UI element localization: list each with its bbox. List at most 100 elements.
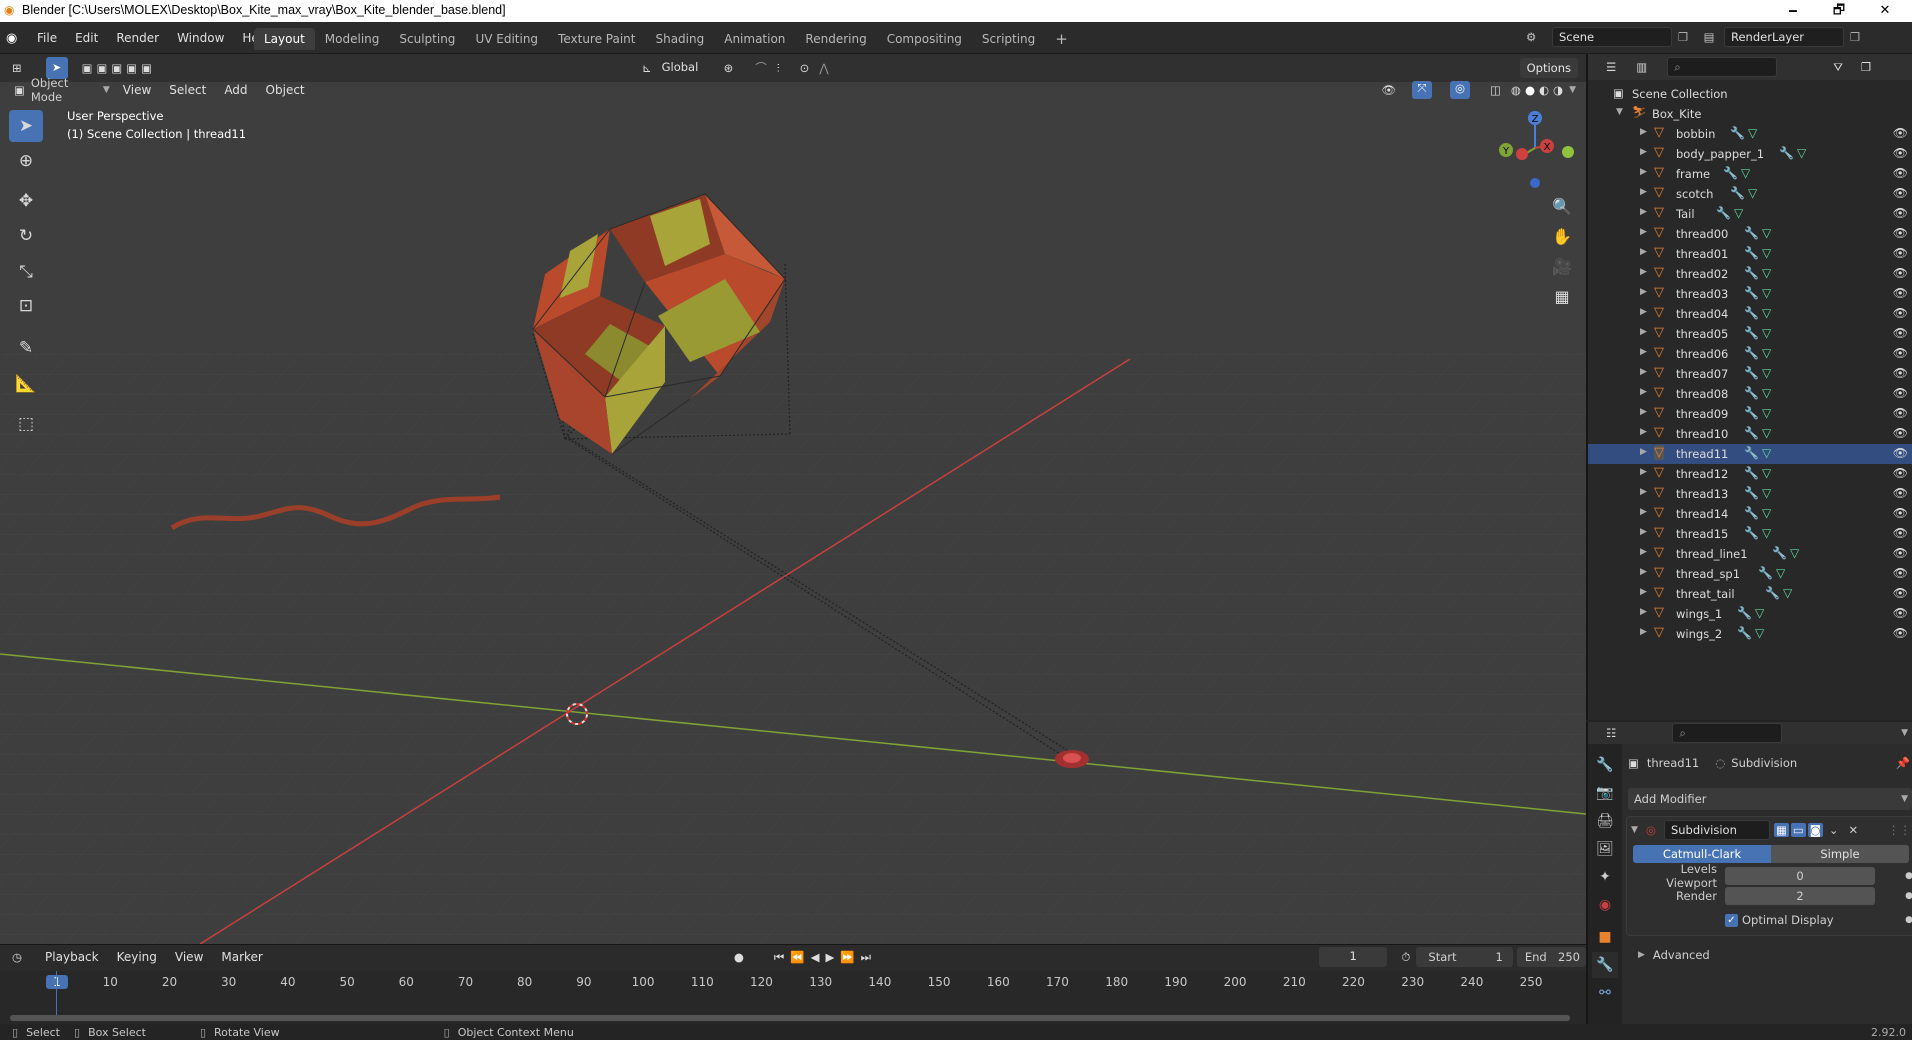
menu-timeline-view[interactable]: View	[166, 945, 212, 969]
options-button[interactable]: Options	[1519, 58, 1578, 78]
levels-viewport-field[interactable]: 0	[1725, 867, 1875, 885]
solid-shading-icon[interactable]: ●	[1525, 83, 1535, 97]
mesh-data-icon[interactable]: ▽	[1748, 186, 1757, 200]
proportional-edit-icon[interactable]: ⊙	[800, 61, 810, 75]
tab-uv-editing[interactable]: UV Editing	[465, 28, 548, 50]
menu-select[interactable]: Select	[160, 78, 215, 102]
outliner-item[interactable]: ▶ ▽ thread13 🔧 ▽ 👁	[1588, 484, 1912, 504]
display-mode-icon[interactable]: ▥	[1636, 60, 1647, 74]
play-reverse-icon[interactable]: ◀	[811, 950, 820, 964]
measure-tool-icon[interactable]: 📐	[9, 368, 43, 400]
rendered-shading-icon[interactable]: ◑	[1553, 83, 1563, 97]
outliner-item[interactable]: ▶ ▽ thread_line1 🔧 ▽ 👁	[1588, 544, 1912, 564]
outliner-item[interactable]: ▶ ▽ thread08 🔧 ▽ 👁	[1588, 384, 1912, 404]
visibility-eye-icon[interactable]: 👁	[1893, 186, 1908, 200]
add-workspace-button[interactable]: +	[1045, 28, 1078, 50]
zoom-icon[interactable]: 🔍	[1548, 192, 1576, 220]
mesh-data-icon[interactable]: ▽	[1762, 326, 1771, 340]
mesh-data-icon[interactable]: ▽	[1783, 586, 1792, 600]
move-tool-icon[interactable]: ✥	[9, 185, 43, 217]
mesh-data-icon[interactable]: ▽	[1741, 166, 1750, 180]
outliner-item[interactable]: ▶ ▽ thread06 🔧 ▽ 👁	[1588, 344, 1912, 364]
visibility-eye-icon[interactable]: 👁	[1893, 126, 1908, 140]
pivot-icon[interactable]: ⊛	[724, 61, 734, 75]
mode-selector[interactable]: Object Mode	[31, 76, 103, 104]
collapse-arrow-icon[interactable]: ▼	[1631, 825, 1638, 835]
mesh-data-icon[interactable]: ▽	[1776, 566, 1785, 580]
pin-icon[interactable]: 📌	[1896, 756, 1910, 770]
tab-rendering[interactable]: Rendering	[795, 28, 876, 50]
mesh-data-icon[interactable]: ▽	[1762, 246, 1771, 260]
blender-menu-icon[interactable]: ◉	[6, 31, 28, 46]
simple-button[interactable]: Simple	[1771, 845, 1909, 863]
render-tab-icon[interactable]: 📷	[1592, 780, 1618, 806]
modifier-wrench-icon[interactable]: 🔧	[1744, 506, 1759, 520]
visibility-eye-icon[interactable]: 👁	[1893, 546, 1908, 560]
visibility-eye-icon[interactable]: 👁	[1893, 566, 1908, 580]
close-button[interactable]: ✕	[1862, 0, 1908, 22]
outliner-item[interactable]: ▶ ▽ wings_2 🔧 ▽ 👁	[1588, 624, 1912, 644]
preview-range-icon[interactable]: ⏱	[1401, 950, 1410, 965]
outliner-item[interactable]: ▶ ▽ wings_1 🔧 ▽ 👁	[1588, 604, 1912, 624]
expand-arrow-icon[interactable]: ▶	[1640, 527, 1647, 537]
navigation-gizmo[interactable]: Z X Y	[1490, 108, 1580, 188]
expand-arrow-icon[interactable]: ▶	[1640, 127, 1647, 137]
outliner-item[interactable]: ▶ ▽ thread02 🔧 ▽ 👁	[1588, 264, 1912, 284]
current-frame-field[interactable]: 1	[1319, 947, 1388, 967]
mesh-data-icon[interactable]: ▽	[1762, 506, 1771, 520]
tab-scripting[interactable]: Scripting	[972, 28, 1045, 50]
transform-tool-icon[interactable]: ⊡	[9, 290, 43, 322]
catmull-clark-button[interactable]: Catmull-Clark	[1633, 845, 1771, 863]
xray-icon[interactable]: ◫	[1490, 83, 1501, 97]
visibility-eye-icon[interactable]: 👁	[1893, 266, 1908, 280]
properties-search-input[interactable]: ⌕	[1672, 723, 1783, 743]
modifier-wrench-icon[interactable]: 🔧	[1772, 546, 1787, 560]
mesh-data-icon[interactable]: ▽	[1762, 426, 1771, 440]
output-tab-icon[interactable]: 🖨	[1592, 808, 1618, 834]
menu-edit[interactable]: Edit	[66, 26, 107, 50]
expand-arrow-icon[interactable]: ▶	[1640, 207, 1647, 217]
expand-arrow-icon[interactable]: ▶	[1640, 507, 1647, 517]
modifier-wrench-icon[interactable]: 🔧	[1779, 146, 1794, 160]
expand-arrow-icon[interactable]: ▶	[1640, 287, 1647, 297]
modifier-wrench-icon[interactable]: 🔧	[1744, 426, 1759, 440]
cursor-tool-icon[interactable]: ⊕	[9, 145, 43, 177]
modifier-wrench-icon[interactable]: 🔧	[1744, 486, 1759, 500]
properties-panel[interactable]: ☷ ⌕ ▼ 🔧 📷 🖨 🖼 ✦ ◉ ■ 🔧 ⚯ ▣ thread11 ◌ Sub…	[1586, 722, 1912, 1040]
mesh-data-icon[interactable]: ▽	[1762, 346, 1771, 360]
annotate-tool-icon[interactable]: ✎	[9, 332, 43, 364]
visibility-eye-icon[interactable]: 👁	[1893, 526, 1908, 540]
gizmo-toggle-icon[interactable]: ⤧	[1412, 81, 1433, 99]
new-collection-icon[interactable]: ❐	[1861, 60, 1871, 74]
visibility-eye-icon[interactable]: 👁	[1893, 346, 1908, 360]
visibility-eye-icon[interactable]: 👁	[1893, 586, 1908, 600]
expand-arrow-icon[interactable]: ▶	[1640, 347, 1647, 357]
render-layer-field[interactable]: RenderLayer	[1724, 27, 1844, 47]
expand-arrow-icon[interactable]: ▶	[1640, 187, 1647, 197]
mesh-data-icon[interactable]: ▽	[1762, 486, 1771, 500]
mesh-data-icon[interactable]: ▽	[1762, 446, 1771, 460]
expand-arrow-icon[interactable]: ▶	[1640, 407, 1647, 417]
layer-icon[interactable]: ▤	[1694, 30, 1724, 44]
outliner-item[interactable]: ▶ ▽ thread10 🔧 ▽ 👁	[1588, 424, 1912, 444]
tool-tab-icon[interactable]: 🔧	[1592, 752, 1618, 778]
mesh-data-icon[interactable]: ▽	[1797, 146, 1806, 160]
scene-field[interactable]: Scene	[1552, 27, 1672, 47]
record-icon[interactable]: ●	[734, 950, 744, 964]
tab-texture-paint[interactable]: Texture Paint	[548, 28, 645, 50]
modifier-wrench-icon[interactable]: 🔧	[1744, 306, 1759, 320]
outliner-item[interactable]: ▶ ▽ thread04 🔧 ▽ 👁	[1588, 304, 1912, 324]
visibility-eye-icon[interactable]: 👁	[1893, 486, 1908, 500]
menu-render[interactable]: Render	[107, 26, 168, 50]
outliner-item[interactable]: ▶ ▽ threat_tail 🔧 ▽ 👁	[1588, 584, 1912, 604]
expand-arrow-icon[interactable]: ▶	[1640, 487, 1647, 497]
expand-arrow-icon[interactable]: ▶	[1640, 427, 1647, 437]
expand-arrow-icon[interactable]: ▶	[1640, 447, 1647, 457]
mesh-data-icon[interactable]: ▽	[1762, 226, 1771, 240]
expand-arrow-icon[interactable]: ▶	[1640, 227, 1647, 237]
modifier-wrench-icon[interactable]: 🔧	[1723, 166, 1738, 180]
scene-icon[interactable]: ⚙	[1526, 30, 1552, 44]
render-levels-field[interactable]: 2	[1725, 887, 1875, 905]
menu-object[interactable]: Object	[257, 78, 314, 102]
scale-tool-icon[interactable]: ⤡	[9, 256, 43, 288]
